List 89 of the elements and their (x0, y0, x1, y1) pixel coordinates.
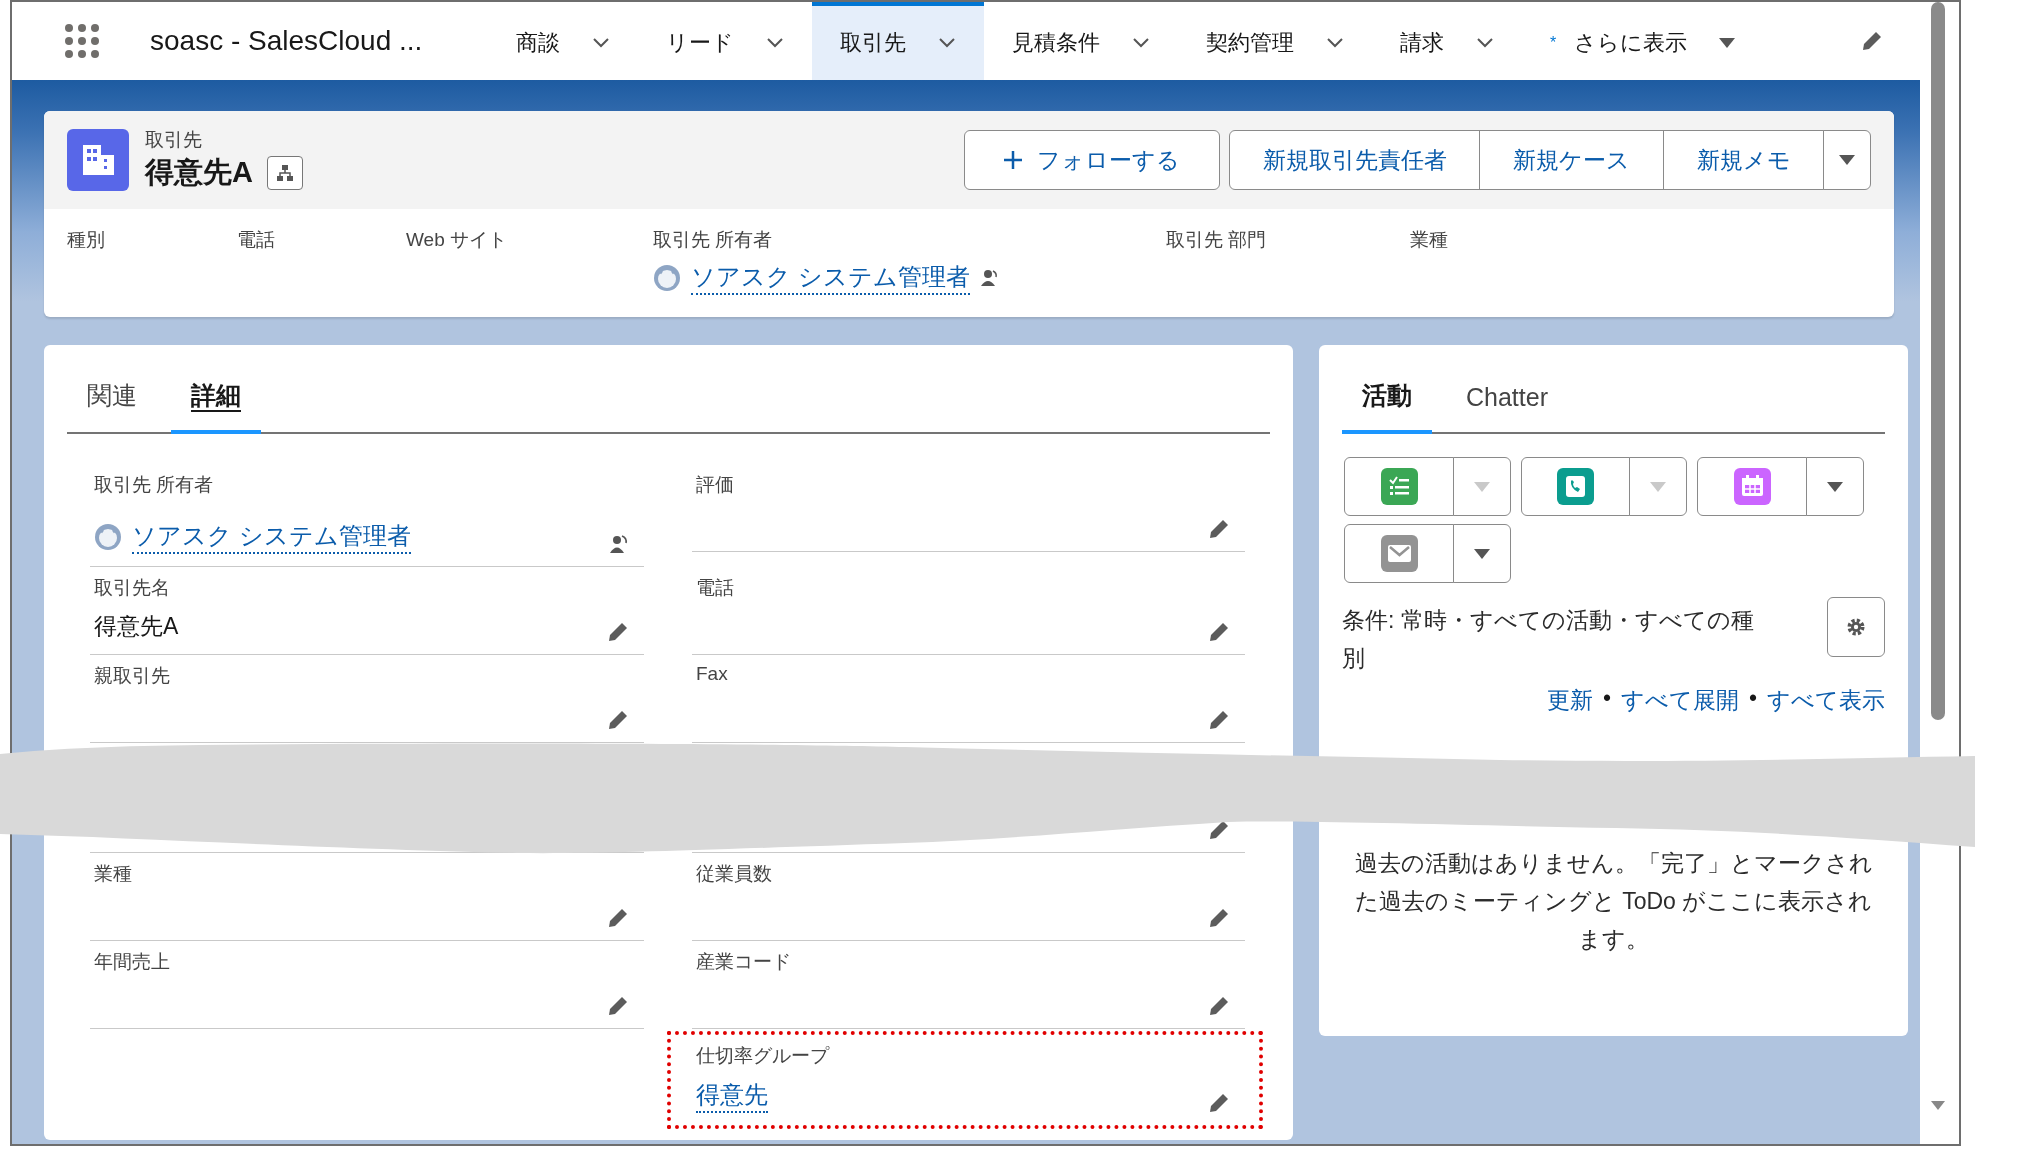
person-icon[interactable] (608, 534, 628, 554)
pencil-icon[interactable] (1209, 1093, 1229, 1113)
calendar-icon (1733, 468, 1771, 505)
pencil-icon[interactable] (1209, 908, 1229, 928)
pencil-icon[interactable] (1209, 622, 1229, 642)
record-link[interactable]: 得意先 (696, 1079, 768, 1113)
action-button[interactable]: 新規ケース (1479, 130, 1664, 190)
phone-book-icon (1557, 468, 1594, 505)
pencil-icon[interactable] (608, 908, 628, 928)
hierarchy-icon (275, 164, 294, 182)
tab[interactable]: Chatter (1446, 383, 1568, 434)
avatar-icon (653, 264, 681, 292)
caret-icon (1826, 481, 1843, 492)
quick-action-button[interactable] (1344, 457, 1454, 516)
separator-dot: • (1602, 685, 1611, 713)
scrollbar-thumb[interactable] (1931, 2, 1945, 720)
link[interactable]: 更新 (1546, 685, 1593, 716)
building-icon (67, 129, 129, 191)
caret-icon (1719, 38, 1736, 48)
gear-icon (1846, 617, 1866, 637)
quick-action-button[interactable] (1520, 457, 1631, 516)
field-label: 評価 (696, 473, 735, 497)
hierarchy-button[interactable] (266, 156, 303, 190)
field-label: 親取引先 (94, 664, 171, 688)
pencil-icon[interactable] (1209, 710, 1229, 730)
pencil-icon[interactable] (1209, 519, 1229, 539)
field-label: 取引先名 (94, 576, 171, 600)
caret-icon (1650, 481, 1666, 492)
link[interactable]: すべて展開 (1620, 685, 1739, 716)
caret-icon (1839, 155, 1855, 165)
asterisk-mark: * (1550, 34, 1557, 52)
field-label: Fax (696, 663, 729, 685)
action-button[interactable]: 新規メモ (1662, 130, 1825, 190)
pencil-icon[interactable] (608, 996, 628, 1016)
settings-button[interactable] (1827, 597, 1885, 657)
nav-tab[interactable]: 請求 (1372, 2, 1522, 80)
plus-icon (1003, 150, 1023, 170)
field-label: 種別 (67, 228, 106, 252)
nav-tab[interactable]: 見積条件 (984, 2, 1178, 80)
field-label: 従業員数 (696, 862, 773, 886)
caret-icon (1473, 548, 1490, 559)
avatar-icon (94, 523, 122, 551)
pencil-icon[interactable] (1209, 820, 1229, 840)
pencil-icon[interactable] (1862, 31, 1882, 51)
field-label: 電話 (696, 576, 735, 600)
filter-text: 条件: 常時・すべての活動・すべての種別 (1342, 606, 1755, 673)
field-label: Web サイト (406, 228, 508, 252)
field-label: 取引先 所有者 (653, 228, 774, 252)
field-label: 業種 (1410, 228, 1449, 252)
field-value: 得意先A (94, 612, 179, 641)
field-label: 産業コード (696, 950, 792, 974)
nav-tab[interactable]: 商談 (488, 2, 638, 80)
dropdown-button[interactable] (1452, 524, 1511, 583)
link[interactable]: すべて表示 (1767, 685, 1885, 716)
field-label: 取引先 部門 (1166, 228, 1268, 252)
tab[interactable]: 関連 (67, 379, 157, 434)
pencil-icon[interactable] (1209, 996, 1229, 1016)
envelope-icon (1380, 535, 1418, 572)
scroll-down-arrow-icon[interactable] (1931, 1101, 1945, 1110)
pencil-icon[interactable] (608, 622, 628, 642)
action-button[interactable]: 新規取引先責任者 (1228, 130, 1481, 190)
separator-dot: • (1748, 685, 1757, 713)
dropdown-button[interactable] (1805, 457, 1864, 516)
field-label: 取引先 所有者 (94, 473, 215, 497)
user-link[interactable]: ソアスク システム管理者 (132, 520, 411, 554)
empty-message: 過去の活動はありません。「完了」とマークされた過去のミーティングと ToDo がここに表示されます。 (1353, 849, 1874, 954)
person-icon (979, 269, 998, 287)
quick-action-button[interactable] (1344, 524, 1454, 583)
user-link[interactable]: ソアスク システム管理者 (691, 261, 970, 295)
caret-icon (1473, 481, 1490, 492)
nav-tab[interactable]: * さらに表示 (1522, 2, 1764, 80)
field-label: 仕切率グループ (696, 1044, 831, 1068)
field-label: 電話 (237, 228, 276, 252)
field-label: 年間売上 (94, 950, 171, 974)
more-actions-button[interactable] (1823, 130, 1871, 190)
checklist-icon (1380, 468, 1418, 505)
object-label: 取引先 (145, 128, 203, 152)
pencil-icon[interactable] (608, 710, 628, 730)
app-title: soasc - SalesCloud ... (150, 25, 424, 57)
nav-tab[interactable]: 取引先 (812, 2, 984, 80)
nav-tab[interactable]: 契約管理 (1178, 2, 1372, 80)
field-label: 業種 (94, 862, 133, 886)
app-launcher-icon[interactable] (64, 23, 100, 59)
nav-tab[interactable]: リード (638, 2, 812, 80)
follow-button[interactable]: フォローする (963, 130, 1220, 190)
tab[interactable]: 詳細 (171, 379, 261, 434)
quick-action-button[interactable] (1697, 457, 1807, 516)
tab[interactable]: 活動 (1342, 379, 1432, 434)
record-name: 得意先A (145, 155, 253, 190)
